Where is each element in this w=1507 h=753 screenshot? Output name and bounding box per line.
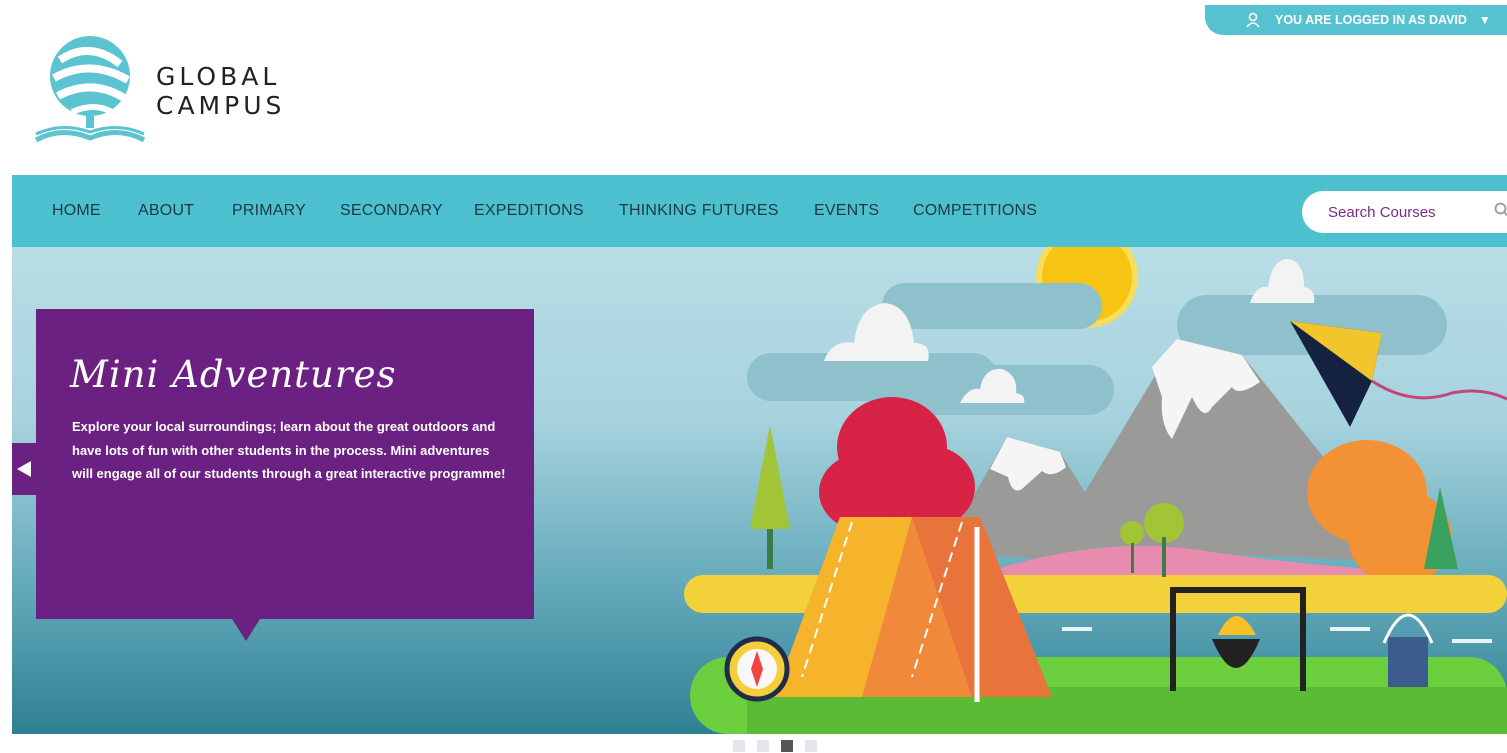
main-navigation: HOME ABOUT PRIMARY SECONDARY EXPEDITIONS… [12, 175, 1507, 247]
search-box[interactable] [1302, 191, 1507, 233]
nav-item-events[interactable]: EVENTS [814, 202, 879, 220]
chevron-left-icon [17, 461, 31, 477]
nav-item-home[interactable]: HOME [52, 202, 101, 220]
hero-title: Mini Adventures [70, 353, 397, 396]
brand-line-2: CAMPUS [156, 91, 286, 120]
promo-pointer [232, 619, 260, 641]
site-header: GLOBAL CAMPUS YOU ARE LOGGED IN AS DAVID… [0, 0, 1507, 175]
nav-item-thinking-futures[interactable]: THINKING FUTURES [619, 202, 779, 220]
brand-name: GLOBAL CAMPUS [156, 62, 285, 120]
carousel-indicators [733, 740, 817, 752]
hero-carousel: Mini Adventures Explore your local surro… [12, 247, 1507, 734]
search-icon[interactable] [1494, 202, 1507, 223]
nav-item-competitions[interactable]: COMPETITIONS [913, 202, 1037, 220]
user-account-menu[interactable]: YOU ARE LOGGED IN AS DAVID ▼ [1205, 5, 1507, 35]
hero-description: Explore your local surroundings; learn a… [72, 419, 506, 481]
chevron-down-icon[interactable]: ▼ [1479, 13, 1491, 27]
nav-item-primary[interactable]: PRIMARY [232, 202, 306, 220]
nav-item-expeditions[interactable]: EXPEDITIONS [474, 202, 584, 220]
carousel-dot[interactable] [805, 740, 817, 752]
nav-item-secondary[interactable]: SECONDARY [340, 202, 443, 220]
user-icon [1245, 12, 1261, 28]
global-campus-logo[interactable] [32, 30, 152, 148]
brand-line-1: GLOBAL [156, 62, 281, 91]
search-input[interactable] [1326, 202, 1480, 222]
carousel-dot[interactable] [757, 740, 769, 752]
carousel-dot[interactable] [733, 740, 745, 752]
carousel-dot-active[interactable] [781, 740, 793, 752]
logged-in-text: YOU ARE LOGGED IN AS DAVID [1275, 13, 1467, 27]
nav-item-about[interactable]: ABOUT [138, 202, 194, 220]
promo-panel: Mini Adventures Explore your local surro… [36, 309, 534, 619]
carousel-prev-button[interactable] [12, 443, 36, 495]
